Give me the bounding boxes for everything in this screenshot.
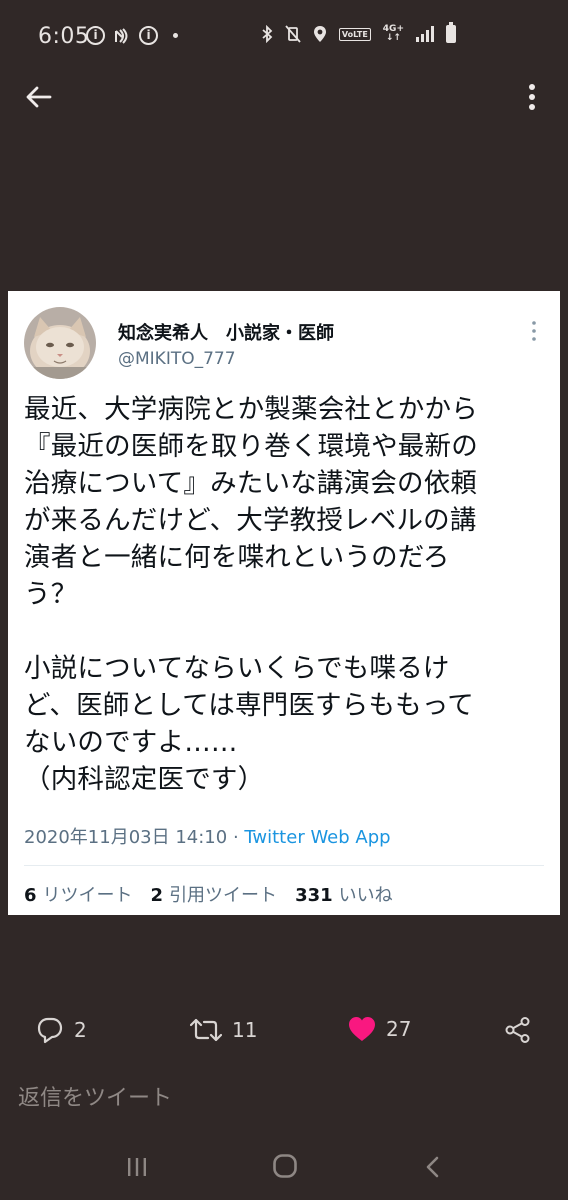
info-icon-2: i: [139, 26, 158, 45]
more-notifications-dot: [173, 33, 178, 38]
retweet-stat: 6 リツイート: [24, 885, 133, 906]
home-icon[interactable]: [272, 1153, 298, 1179]
tweet-more-icon: [526, 319, 542, 343]
reply-icon: [37, 1017, 63, 1044]
retweet-icon: [190, 1018, 222, 1042]
status-time: 6:05: [38, 24, 90, 49]
divider: [24, 865, 544, 866]
like-stat: 331 いいね: [295, 885, 393, 906]
avatar: [24, 307, 96, 379]
tweet-meta: 2020年11月03日 14:10 · Twitter Web App: [24, 823, 391, 849]
nfc-icon: [115, 27, 128, 44]
arrow-left-icon: [26, 86, 52, 108]
back-nav-icon[interactable]: [424, 1155, 442, 1179]
quote-stat: 2 引用ツイート: [150, 885, 278, 906]
more-options-button[interactable]: [520, 82, 544, 112]
share-icon: [505, 1017, 530, 1043]
notification-icons: i i: [86, 26, 178, 45]
retweet-count: 11: [232, 1018, 258, 1042]
vibrate-mute-icon: [285, 25, 301, 43]
tweet-card: 知念実希人 小説家・医師 @MIKITO_777 最近、大学病院とか製薬会社とか…: [8, 291, 560, 915]
like-count: 27: [386, 1017, 412, 1041]
meta-separator: ·: [227, 827, 245, 848]
user-handle: @MIKITO_777: [118, 349, 236, 369]
like-button[interactable]: 27: [348, 1016, 411, 1042]
heart-icon: [349, 1017, 375, 1041]
reply-count: 2: [74, 1018, 87, 1042]
location-icon: [313, 26, 326, 42]
retweet-button[interactable]: 11: [190, 1016, 257, 1044]
system-navigation-bar: [0, 1140, 568, 1200]
battery-icon: [446, 22, 456, 43]
tweet-stats: 6 リツイート 2 引用ツイート 331 いいね: [24, 881, 393, 907]
tweet-text: 最近、大学病院とか製薬会社とかから 『最近の医師を取り巻く環境や最新の 治療につ…: [24, 394, 478, 795]
recent-apps-icon[interactable]: [126, 1156, 148, 1178]
system-icons: VoLTE 4G+ ↓↑: [261, 22, 456, 43]
back-button[interactable]: [24, 82, 54, 112]
network-type-icon: 4G+ ↓↑: [382, 24, 404, 43]
info-icon: i: [86, 26, 105, 45]
tweet-source: Twitter Web App: [244, 827, 391, 848]
bluetooth-icon: [262, 25, 273, 43]
share-button[interactable]: [504, 1016, 532, 1044]
more-vertical-icon: [529, 84, 535, 110]
status-bar: 6:05 i i VoLTE 4G+ ↓↑: [0, 0, 568, 76]
action-bar: 2 11 27: [0, 1010, 568, 1054]
display-name: 知念実希人 小説家・医師: [118, 323, 334, 344]
reply-input[interactable]: 返信をツイート: [18, 1080, 172, 1112]
cat-avatar-image: [24, 307, 96, 379]
signal-icon: [416, 26, 434, 42]
tweet-image-viewer: 6:05 i i VoLTE 4G+ ↓↑ 知念実希人 小説家・医師 @MIKI…: [0, 0, 568, 1200]
volte-badge: VoLTE: [338, 27, 371, 41]
more-vertical-icon: [532, 321, 536, 341]
reply-button[interactable]: 2: [36, 1016, 87, 1044]
tweet-timestamp: 2020年11月03日 14:10: [24, 827, 228, 848]
